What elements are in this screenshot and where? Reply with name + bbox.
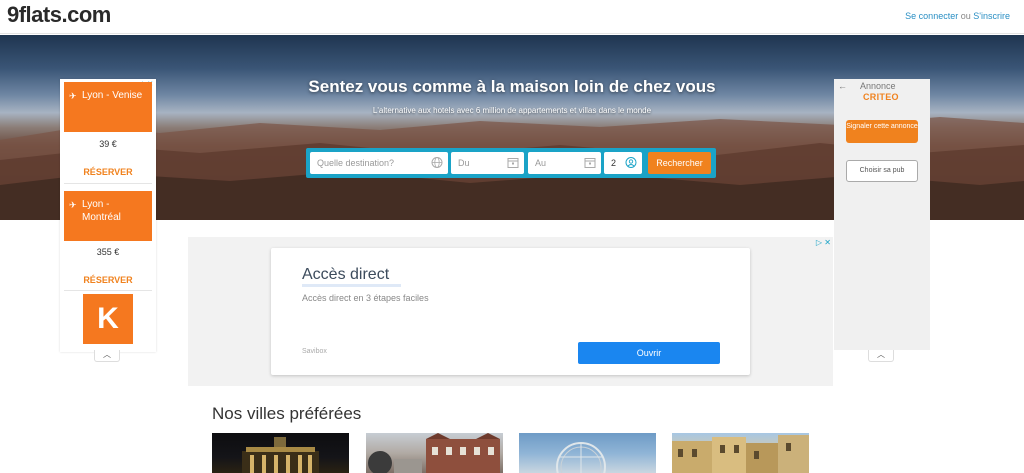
city-card-berlin[interactable] — [212, 433, 349, 473]
chevron-up-icon[interactable]: ︿ — [868, 350, 894, 362]
banner-ad: ▷ ✕ Accès direct Accès direct en 3 étape… — [188, 237, 833, 386]
guests-select[interactable]: 2 — [604, 152, 642, 174]
divider — [64, 290, 152, 291]
city-card-london[interactable] — [519, 433, 656, 473]
deal-route: Lyon - Venise — [82, 90, 143, 101]
city-image — [556, 442, 606, 473]
deal-price: 39 € — [99, 139, 117, 149]
ad-label: Annonce — [860, 81, 896, 91]
ad-card[interactable]: Accès direct Accès direct en 3 étapes fa… — [271, 248, 750, 375]
criteo-logo: CRITEO — [863, 92, 899, 102]
checkout-date-input[interactable]: Au — [528, 152, 601, 174]
right-ad: ← Annonce CRITEO Signaler cette annonce … — [834, 79, 930, 350]
left-ad: ▷✕ ✈ Lyon - Venise 39 € RÉSERVER ✈ Lyon … — [60, 79, 156, 352]
chevron-up-icon[interactable]: ︿ — [94, 350, 120, 362]
calendar-icon — [507, 158, 519, 168]
ad-choices-icon[interactable]: ▷ ✕ — [816, 238, 831, 247]
city-image — [242, 437, 319, 473]
city-card-amsterdam[interactable] — [366, 433, 503, 473]
city-card-brussels[interactable] — [672, 433, 809, 473]
deal-route: Lyon - Montréal — [82, 199, 121, 223]
kayak-logo[interactable]: K — [83, 294, 133, 344]
city-image — [672, 435, 809, 473]
reserve-button[interactable]: RÉSERVER — [60, 167, 156, 177]
destination-placeholder: Quelle destination? — [317, 158, 395, 168]
city-image — [368, 433, 500, 473]
auth-links: Se connecter ou S'inscrire — [905, 11, 1010, 21]
ad-description: Accès direct en 3 étapes faciles — [302, 293, 429, 303]
guests-icon — [625, 157, 637, 168]
logo[interactable]: 9flats.com — [7, 2, 111, 28]
headline-highlight — [302, 284, 401, 287]
deal-card[interactable]: ✈ Lyon - Montréal — [64, 191, 152, 241]
signup-link[interactable]: S'inscrire — [973, 11, 1010, 21]
divider — [64, 183, 152, 184]
deal-price: 355 € — [96, 247, 120, 257]
plane-icon: ✈ — [69, 91, 77, 101]
login-link[interactable]: Se connecter — [905, 11, 958, 21]
search-bar: Quelle destination? Du Au 2 Rechercher — [306, 148, 716, 178]
plane-icon: ✈ — [69, 200, 77, 210]
site-header: 9flats.com Se connecter ou S'inscrire — [0, 0, 1024, 34]
checkin-placeholder: Du — [458, 158, 470, 168]
deal-card[interactable]: ✈ Lyon - Venise — [64, 82, 152, 132]
section-title: Nos villes préférées — [212, 404, 362, 423]
search-button[interactable]: Rechercher — [648, 152, 711, 174]
reserve-button[interactable]: RÉSERVER — [60, 275, 156, 285]
report-ad-button[interactable]: Signaler cette annonce — [846, 120, 918, 143]
choose-ad-button[interactable]: Choisir sa pub — [846, 160, 918, 182]
checkin-date-input[interactable]: Du — [451, 152, 524, 174]
calendar-icon — [584, 158, 596, 168]
ad-advertiser: Savibox — [302, 348, 327, 355]
auth-separator: ou — [960, 11, 971, 21]
globe-icon — [431, 157, 443, 168]
guests-value: 2 — [611, 158, 617, 168]
checkout-placeholder: Au — [535, 158, 547, 168]
back-arrow-icon[interactable]: ← — [838, 81, 847, 91]
open-button[interactable]: Ouvrir — [578, 342, 720, 364]
ad-headline: Accès direct — [302, 266, 390, 283]
destination-input[interactable]: Quelle destination? — [310, 152, 448, 174]
